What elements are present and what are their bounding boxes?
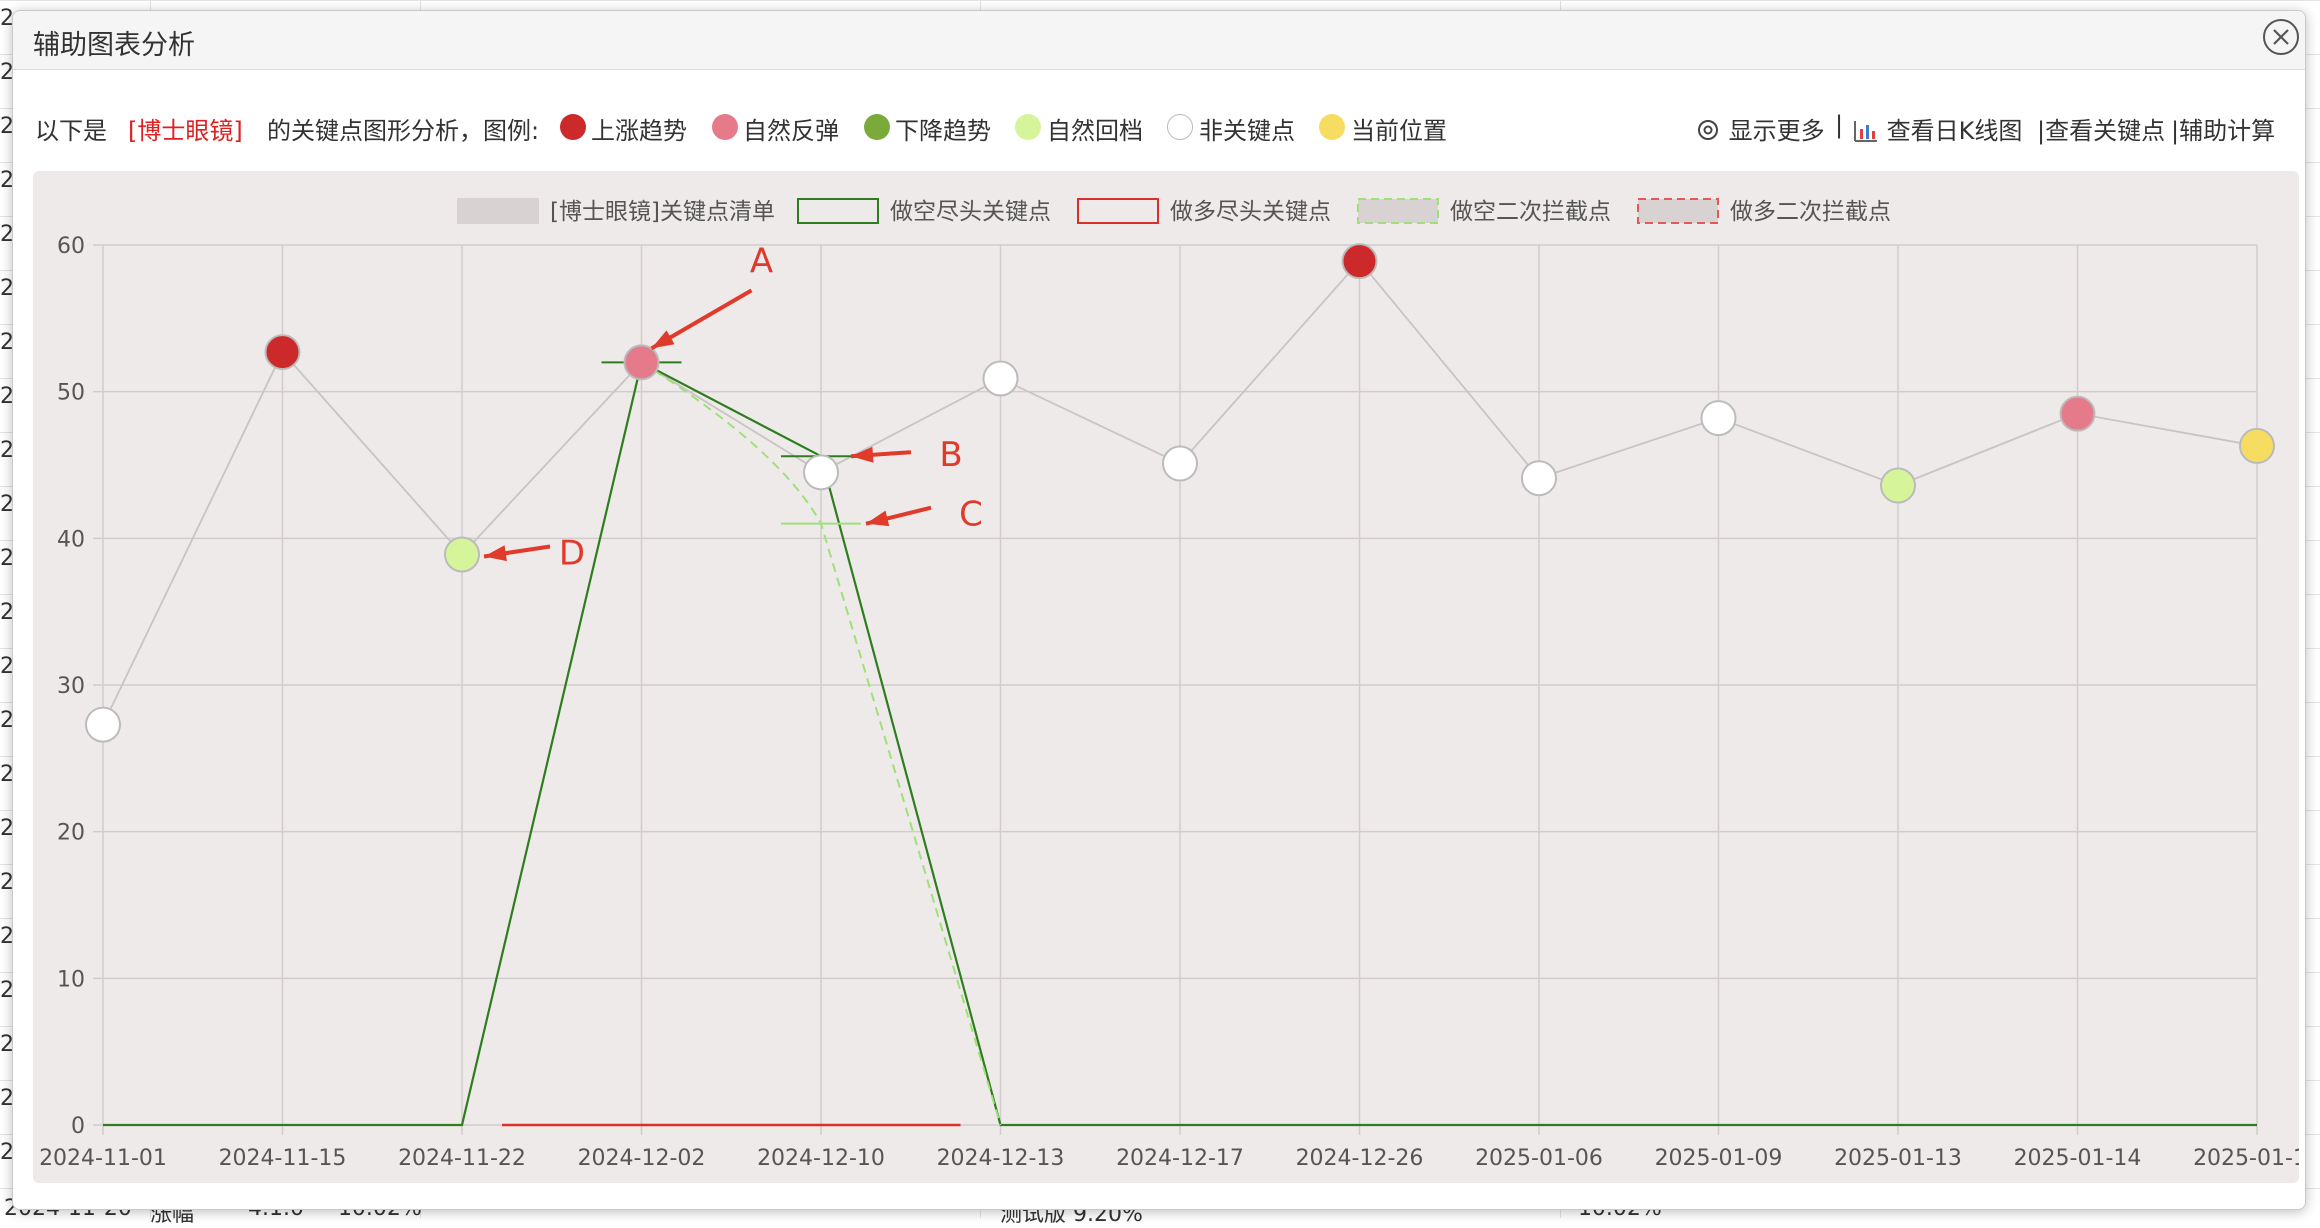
x-tick-label: 2025-01-06 xyxy=(1475,1146,1603,1171)
close-button[interactable] xyxy=(2263,19,2299,55)
annotation-arrowhead xyxy=(866,510,890,527)
x-tick-label: 2025-01-16 xyxy=(2193,1146,2299,1171)
data-point[interactable] xyxy=(623,344,660,381)
annotation-arrowhead xyxy=(484,545,507,562)
legend-label: 当前位置 xyxy=(1351,117,1447,145)
data-point[interactable] xyxy=(2239,427,2275,464)
pullback-dot-icon xyxy=(1015,114,1041,140)
show-more-label: 显示更多 xyxy=(1728,117,1825,145)
legend-swatch[interactable] xyxy=(1637,198,1719,224)
legend-swatch[interactable] xyxy=(797,198,879,224)
info-prefix: 以下是 xyxy=(35,117,107,145)
legend-info-row: 以下是 [博士眼镜] 的关键点图形分析，图例: 上涨趋势 自然反弹 下降趋势 自… xyxy=(35,111,2285,151)
legend-swatch[interactable] xyxy=(1357,198,1439,224)
bar-chart-icon xyxy=(1854,121,1877,142)
x-tick-label: 2024-11-01 xyxy=(39,1146,167,1171)
legend-label: 自然反弹 xyxy=(743,117,839,145)
show-more-link[interactable]: 显示更多 xyxy=(1695,111,1825,146)
data-point[interactable] xyxy=(85,706,121,743)
y-tick-label: 40 xyxy=(57,527,85,552)
annotation-label: C xyxy=(959,495,983,535)
x-tick-label: 2024-12-26 xyxy=(1296,1146,1424,1171)
legend-label: 非关键点 xyxy=(1199,117,1295,145)
action-separator: | xyxy=(1835,111,1844,139)
legend-label: 上涨趋势 xyxy=(591,117,687,145)
x-tick-label: 2024-11-15 xyxy=(219,1146,347,1171)
data-point[interactable] xyxy=(2059,395,2096,432)
x-tick-label: 2025-01-14 xyxy=(2014,1146,2142,1171)
x-tick-label: 2025-01-13 xyxy=(1834,1146,1962,1171)
dialog-title: 辅助图表分析 xyxy=(33,30,195,61)
current-position-dot-icon xyxy=(1319,114,1345,140)
non-key-dot-icon xyxy=(1167,114,1193,140)
y-tick-label: 60 xyxy=(57,234,85,259)
annotation-label: D xyxy=(559,533,585,573)
y-tick-label: 20 xyxy=(57,821,85,846)
uptrend-dot-icon xyxy=(560,114,586,140)
x-tick-label: 2024-12-10 xyxy=(757,1146,885,1171)
data-point[interactable] xyxy=(982,360,1019,397)
legend-label: 做空尽头关键点 xyxy=(890,199,1051,225)
settings-icon xyxy=(1698,120,1718,140)
y-tick-label: 10 xyxy=(57,967,85,992)
info-suffix: 的关键点图形分析，图例: xyxy=(267,117,540,145)
data-point[interactable] xyxy=(1700,400,1737,437)
data-point[interactable] xyxy=(803,454,839,491)
chart-analysis-dialog: 辅助图表分析 以下是 [博士眼镜] 的关键点图形分析，图例: 上涨趋势 自然反弹… xyxy=(12,10,2306,1210)
legend-label: 自然回档 xyxy=(1047,117,1143,145)
legend-label: 做空二次拦截点 xyxy=(1450,199,1611,225)
data-point[interactable] xyxy=(444,536,480,573)
x-tick-label: 2025-01-09 xyxy=(1655,1146,1783,1171)
view-kline-link[interactable]: 查看日K线图 xyxy=(1853,111,2022,146)
data-point[interactable] xyxy=(1880,467,1916,504)
legend-label: [博士眼镜]关键点清单 xyxy=(550,199,775,225)
rebound-dot-icon xyxy=(712,114,738,140)
y-tick-label: 50 xyxy=(57,381,85,406)
close-icon xyxy=(2273,29,2289,45)
data-point[interactable] xyxy=(264,334,301,371)
annotation-label: B xyxy=(939,435,962,475)
annotation-label: A xyxy=(750,241,773,281)
legend-label: 做多尽头关键点 xyxy=(1170,199,1331,225)
x-tick-label: 2024-12-13 xyxy=(937,1146,1065,1171)
dialog-header: 辅助图表分析 xyxy=(13,11,2305,70)
x-tick-label: 2024-11-22 xyxy=(398,1146,526,1171)
aux-calc-link[interactable]: |辅助计算 xyxy=(2171,111,2275,146)
x-tick-label: 2024-12-17 xyxy=(1116,1146,1244,1171)
chart-area: 0 10 20 30 40 50 60 2024-11-01 2024-11-15 2024-11… xyxy=(33,171,2299,1183)
data-point[interactable] xyxy=(1521,460,1557,497)
data-point[interactable] xyxy=(1341,243,1378,280)
y-tick-label: 0 xyxy=(71,1114,85,1139)
legend-label: 下降趋势 xyxy=(895,117,991,145)
downtrend-dot-icon xyxy=(864,114,890,140)
legend-swatch[interactable] xyxy=(1077,198,1159,224)
y-tick-label: 30 xyxy=(57,674,85,699)
x-tick-label: 2024-12-02 xyxy=(578,1146,706,1171)
annotation-arrowhead xyxy=(851,446,874,463)
legend-swatch[interactable] xyxy=(457,198,539,224)
view-kline-label: 查看日K线图 xyxy=(1886,117,2023,145)
annotation-arrowhead xyxy=(651,330,675,349)
view-keypoints-link[interactable]: |查看关键点 xyxy=(2037,111,2165,146)
stock-name: [博士眼镜] xyxy=(128,117,243,145)
chart-svg: 0 10 20 30 40 50 60 2024-11-01 2024-11-15 2024-11… xyxy=(39,198,2299,1171)
data-point[interactable] xyxy=(1162,445,1198,482)
legend-label: 做多二次拦截点 xyxy=(1730,199,1891,225)
